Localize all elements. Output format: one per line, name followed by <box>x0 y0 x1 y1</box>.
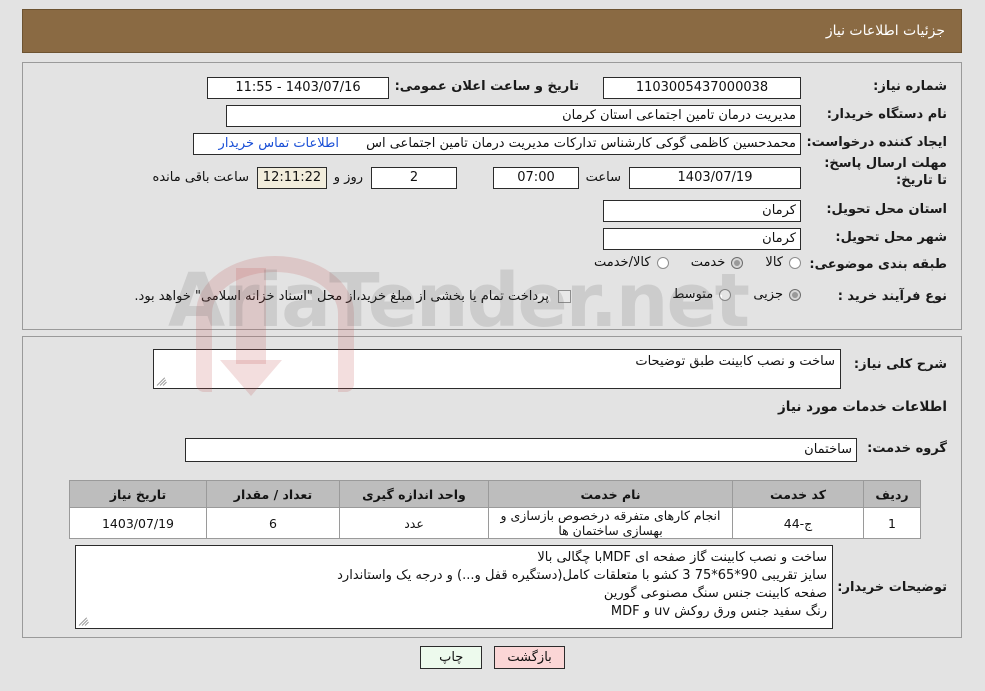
buyer-org-label-wrap: نام دستگاه خریدار: <box>827 107 947 122</box>
table-header-row: ردیف کد خدمت نام خدمت واحد اندازه گیری ت… <box>69 480 921 508</box>
col-need-date: تاریخ نیاز <box>69 480 207 508</box>
need-number-value[interactable]: 1103005437000038 <box>603 77 801 99</box>
radio-icon[interactable] <box>656 256 669 269</box>
print-button[interactable]: چاپ <box>420 646 483 669</box>
category-label: طبقه بندی موضوعی: <box>809 257 947 272</box>
process-radio-jozi-label: جزیی <box>753 287 783 302</box>
radio-icon[interactable] <box>789 256 801 269</box>
city-value[interactable]: کرمان <box>603 228 801 250</box>
buyer-notes-line-1: ساخت و نصب کابینت گاز صفحه ای MDFبا چگال… <box>537 550 827 565</box>
col-index: ردیف <box>863 480 921 508</box>
treasury-checkbox-label: پرداخت تمام یا بخشی از مبلغ خرید،از محل … <box>134 289 549 304</box>
summary-panel: شماره نیاز: 1103005437000038 تاریخ و ساع… <box>22 62 962 330</box>
creator-label-wrap: ایجاد کننده درخواست: <box>806 135 947 150</box>
general-desc-textarea[interactable]: ساخت و نصب کابینت طبق توضیحات <box>153 349 841 389</box>
need-number-label: شماره نیاز: <box>873 79 947 94</box>
button-bar: بازگشت چاپ <box>0 646 985 669</box>
table-row: 1 ج-44 انجام کارهای متفرقه درخصوص بازساز… <box>69 507 921 539</box>
category-radio-kala-khedmat-label: کالا/خدمت <box>594 255 651 270</box>
buyer-org-value[interactable]: مدیریت درمان تامین اجتماعی استان کرمان <box>226 105 801 127</box>
details-panel: شرح کلی نیاز: ساخت و نصب کابینت طبق توضی… <box>22 336 962 638</box>
page-header: جزئیات اطلاعات نیاز <box>22 9 962 53</box>
remaining-days-label: روز و <box>333 170 363 185</box>
category-radio-khedmat[interactable]: خدمت <box>691 255 744 270</box>
cell-index: 1 <box>863 507 921 539</box>
deadline-hour-value[interactable]: 07:00 <box>493 167 579 189</box>
province-label: استان محل تحویل: <box>826 202 947 217</box>
service-group-value[interactable]: ساختمان <box>185 438 857 462</box>
city-label-wrap: شهر محل تحویل: <box>835 230 947 245</box>
remaining-time-value: 12:11:22 <box>257 167 327 189</box>
back-button[interactable]: بازگشت <box>494 646 565 669</box>
public-announce-value[interactable]: 1403/07/16 - 11:55 <box>207 77 389 99</box>
general-desc-label: شرح کلی نیاز: <box>853 357 947 372</box>
cell-need-date: 1403/07/19 <box>69 507 207 539</box>
page-title: جزئیات اطلاعات نیاز <box>825 23 945 39</box>
process-radio-jozi[interactable]: جزیی <box>753 287 801 302</box>
services-table: ردیف کد خدمت نام خدمت واحد اندازه گیری ت… <box>69 480 921 539</box>
deadline-hour-label: ساعت <box>585 170 621 185</box>
services-section-title: اطلاعات خدمات مورد نیاز <box>777 399 947 415</box>
creator-label: ایجاد کننده درخواست: <box>806 135 947 150</box>
city-label: شهر محل تحویل: <box>835 230 947 245</box>
buyer-notes-label: توضیحات خریدار: <box>837 580 947 595</box>
col-service-name: نام خدمت <box>488 480 733 508</box>
cell-unit: عدد <box>339 507 489 539</box>
category-label-wrap: طبقه بندی موضوعی: <box>809 257 947 272</box>
col-unit: واحد اندازه گیری <box>339 480 489 508</box>
deadline-label: مهلت ارسال پاسخ: تا تاریخ: <box>824 156 947 188</box>
category-radio-kala[interactable]: کالا <box>765 255 801 270</box>
province-value[interactable]: کرمان <box>603 200 801 222</box>
category-radio-khedmat-label: خدمت <box>690 255 726 270</box>
category-radio-kala-label: کالا <box>765 255 783 270</box>
cell-service-name: انجام کارهای متفرقه درخصوص بازسازی و بهس… <box>488 507 733 539</box>
deadline-label-wrap: مهلت ارسال پاسخ: تا تاریخ: <box>815 155 947 189</box>
buyer-notes-line-3: صفحه کابینت جنس سنگ مصنوعی گورین <box>603 586 827 601</box>
buyer-org-label: نام دستگاه خریدار: <box>826 107 947 122</box>
radio-icon[interactable] <box>731 256 744 269</box>
public-announce-label: تاریخ و ساعت اعلان عمومی: <box>394 79 579 94</box>
cell-quantity: 6 <box>206 507 340 539</box>
treasury-checkbox[interactable] <box>558 290 571 303</box>
province-label-wrap: استان محل تحویل: <box>826 202 947 217</box>
need-number-row: شماره نیاز: <box>873 79 947 94</box>
process-label: نوع فرآیند خرید : <box>837 289 947 304</box>
buyer-notes-line-4: رنگ سفید جنس ورق روکش uv و MDF <box>610 604 827 619</box>
process-label-wrap: نوع فرآیند خرید : <box>838 289 947 304</box>
process-radio-motavaset[interactable]: متوسط <box>672 287 732 302</box>
remaining-time-label: ساعت باقی مانده <box>152 170 249 185</box>
category-radio-kala-khedmat[interactable]: کالا/خدمت <box>594 255 669 270</box>
buyer-notes-textarea[interactable]: ساخت و نصب کابینت گاز صفحه ای MDFبا چگال… <box>75 545 833 629</box>
service-group-label: گروه خدمت: <box>867 441 947 456</box>
cell-service-code: ج-44 <box>732 507 864 539</box>
radio-icon[interactable] <box>719 288 732 301</box>
resize-grip-icon[interactable] <box>156 375 168 387</box>
radio-icon[interactable] <box>789 288 801 301</box>
deadline-date-value[interactable]: 1403/07/19 <box>629 167 801 189</box>
process-radio-motavaset-label: متوسط <box>672 287 714 302</box>
announce-date-label-wrap: تاریخ و ساعت اعلان عمومی: <box>395 79 579 94</box>
process-radio-group: جزیی متوسط <box>654 287 801 305</box>
category-radio-group: کالا خدمت کالا/خدمت <box>576 255 801 273</box>
col-quantity: تعداد / مقدار <box>206 480 340 508</box>
col-service-code: کد خدمت <box>732 480 864 508</box>
resize-grip-icon[interactable] <box>78 615 90 627</box>
remaining-days-value[interactable]: 2 <box>371 167 457 189</box>
buyer-notes-line-2: سایز تقریبی 90*65*75 3 کشو با متعلقات کا… <box>337 568 827 583</box>
general-desc-value: ساخت و نصب کابینت طبق توضیحات <box>635 354 835 369</box>
buyer-contact-link[interactable]: اطلاعات تماس خریدار <box>219 136 339 151</box>
